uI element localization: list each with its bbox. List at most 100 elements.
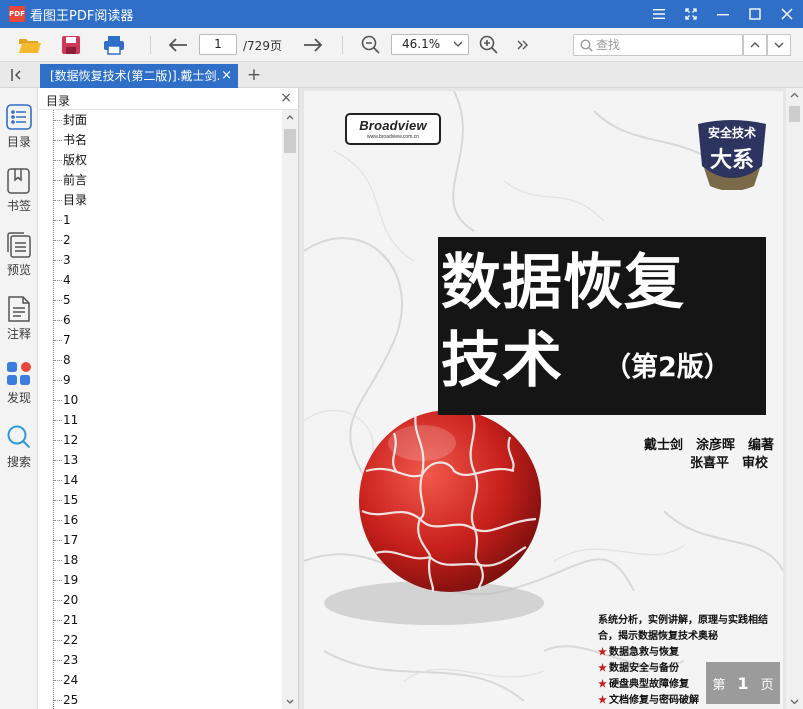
rail-item-bookmarks[interactable]: 书签 <box>0 168 38 224</box>
scroll-down-icon[interactable] <box>286 699 294 705</box>
outline-item[interactable]: 2 <box>39 230 283 250</box>
prev-page-icon[interactable] <box>164 32 192 58</box>
zoom-value: 46.1% <box>402 37 441 51</box>
outline-item[interactable]: 24 <box>39 670 283 690</box>
outline-item[interactable]: 3 <box>39 250 283 270</box>
authors: 戴士剑 涂彦晖 编著 <box>644 438 775 453</box>
outline-item[interactable]: 5 <box>39 290 283 310</box>
outline-item[interactable]: 目录 <box>39 190 283 210</box>
page-total: /729页 <box>243 39 282 53</box>
outline-close-icon[interactable]: × <box>280 90 292 106</box>
rail-label: 注释 <box>6 327 31 341</box>
tab-title: [数据恢复技术(第二版)].戴士剑.涂彦晖编著.扫描版.pdf <box>50 69 220 83</box>
search-prev-button[interactable] <box>743 34 767 56</box>
tab-bar: [数据恢复技术(第二版)].戴士剑.涂彦晖编著.扫描版.pdf × + <box>0 62 803 88</box>
apps-icon <box>7 362 31 385</box>
rail-item-discover[interactable]: 发现 <box>0 360 38 416</box>
window-controls <box>643 0 803 28</box>
rail-label: 目录 <box>6 135 31 149</box>
outline-item[interactable]: 11 <box>39 410 283 430</box>
scrollbar-thumb[interactable] <box>284 129 296 153</box>
tab-close-icon[interactable]: × <box>221 64 232 88</box>
reviewers: 张喜平 审校 <box>690 456 769 471</box>
chevron-up-icon <box>750 42 760 48</box>
maximize-icon[interactable] <box>739 0 771 28</box>
menu-icon[interactable] <box>643 0 675 28</box>
page-indicator-number: 1 <box>737 673 749 693</box>
close-icon[interactable] <box>771 0 803 28</box>
rail-label: 发现 <box>6 391 31 405</box>
print-icon[interactable] <box>100 32 128 58</box>
save-icon[interactable] <box>57 32 85 58</box>
pages-icon <box>7 232 31 258</box>
toolbar-divider <box>150 36 151 54</box>
outline-scrollbar[interactable] <box>282 110 298 709</box>
outline-item[interactable]: 6 <box>39 310 283 330</box>
open-folder-icon[interactable] <box>16 32 44 58</box>
outline-item[interactable]: 19 <box>39 570 283 590</box>
rail-item-annotations[interactable]: 注释 <box>0 296 38 352</box>
outline-item[interactable]: 4 <box>39 270 283 290</box>
rail-label: 预览 <box>6 263 31 277</box>
book-title-line2: 技术 <box>441 326 563 396</box>
outline-header: 目录 × <box>39 88 299 110</box>
outline-item[interactable]: 16 <box>39 510 283 530</box>
outline-item[interactable]: 版权 <box>39 150 283 170</box>
outline-item[interactable]: 15 <box>39 490 283 510</box>
outline-item[interactable]: 23 <box>39 650 283 670</box>
series-suffix: 大系 <box>709 147 754 173</box>
more-tools-icon[interactable] <box>509 32 537 58</box>
page-indicator-suffix: 页 <box>760 677 774 693</box>
tab-document[interactable]: [数据恢复技术(第二版)].戴士剑.涂彦晖编著.扫描版.pdf × <box>40 64 238 88</box>
outline-item[interactable]: 9 <box>39 370 283 390</box>
outline-item[interactable]: 17 <box>39 530 283 550</box>
book-edition: （第2版） <box>604 352 731 383</box>
star-icon: ★ <box>598 647 607 658</box>
outline-item[interactable]: 18 <box>39 550 283 570</box>
title-block: 数据恢复 技术 （第2版） <box>438 237 766 415</box>
outline-item[interactable]: 25 <box>39 690 283 709</box>
zoom-in-icon[interactable] <box>475 32 503 58</box>
outline-item[interactable]: 10 <box>39 390 283 410</box>
series-name: 安全技术 <box>707 126 756 140</box>
page-indicator: 第 1 页 <box>706 662 780 704</box>
search-icon <box>7 425 31 449</box>
search-input[interactable] <box>596 37 736 53</box>
outline-panel: 目录 × 封面 书名 版权 前言 目录 1 2 3 4 5 6 7 8 9 10 11 12 13 14 15 16 17… <box>39 88 299 709</box>
zoom-out-icon[interactable] <box>357 32 385 58</box>
outline-item[interactable]: 8 <box>39 350 283 370</box>
outline-list: 封面 书名 版权 前言 目录 1 2 3 4 5 6 7 8 9 10 11 12 13 14 15 16 17 18 19 2… <box>39 110 283 709</box>
search-box[interactable] <box>573 34 743 56</box>
fullscreen-icon[interactable] <box>675 0 707 28</box>
viewer-scrollbar[interactable] <box>786 88 803 709</box>
publisher-logo: Broadview www.broadview.com.cn <box>345 113 441 145</box>
outline-item[interactable]: 封面 <box>39 110 283 130</box>
scroll-up-icon[interactable] <box>286 114 294 120</box>
outline-item[interactable]: 14 <box>39 470 283 490</box>
scroll-up-icon[interactable] <box>790 92 799 98</box>
rail-item-outline[interactable]: 目录 <box>0 104 38 160</box>
scrollbar-thumb[interactable] <box>789 106 800 122</box>
zoom-select[interactable]: 46.1% <box>391 34 469 55</box>
minimize-icon[interactable] <box>707 0 739 28</box>
document-viewer[interactable]: Broadview www.broadview.com.cn 安全技术 大系 数… <box>299 88 803 709</box>
search-next-button[interactable] <box>767 34 791 56</box>
outline-item[interactable]: 前言 <box>39 170 283 190</box>
outline-item[interactable]: 20 <box>39 590 283 610</box>
rail-item-search[interactable]: 搜索 <box>0 424 38 480</box>
next-page-icon[interactable] <box>299 32 327 58</box>
collapse-sidebar-icon[interactable] <box>8 67 28 83</box>
chevron-down-icon <box>453 41 463 47</box>
outline-item[interactable]: 21 <box>39 610 283 630</box>
page-number-input[interactable]: 1 <box>199 34 237 55</box>
outline-item[interactable]: 1 <box>39 210 283 230</box>
scroll-down-icon[interactable] <box>790 699 799 705</box>
rail-item-preview[interactable]: 预览 <box>0 232 38 288</box>
outline-item[interactable]: 7 <box>39 330 283 350</box>
outline-item[interactable]: 书名 <box>39 130 283 150</box>
add-tab-button[interactable]: + <box>245 66 263 84</box>
outline-item[interactable]: 12 <box>39 430 283 450</box>
outline-item[interactable]: 13 <box>39 450 283 470</box>
toolbar: 1 /729页 46.1% <box>0 28 803 62</box>
outline-item[interactable]: 22 <box>39 630 283 650</box>
